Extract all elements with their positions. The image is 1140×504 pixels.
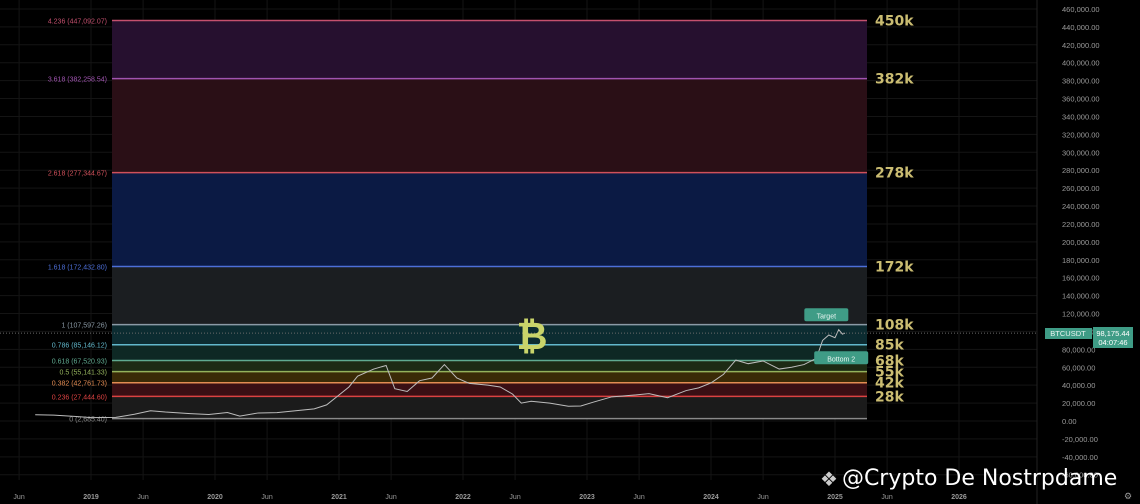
time-tick-label: Jun <box>881 494 892 501</box>
price-tick-label: 140,000.00 <box>1062 292 1100 301</box>
price-tick-label: 280,000.00 <box>1062 166 1100 175</box>
watermark: ❖ @Crypto De Nostrpdame <box>820 466 1117 491</box>
fib-zone <box>112 382 867 397</box>
time-tick-label: Jun <box>757 494 768 501</box>
price-tick-label: 20,000.00 <box>1062 399 1095 408</box>
fib-price-tag: 108k <box>875 318 914 334</box>
fib-price-tag: 172k <box>875 260 914 276</box>
fib-level-label: 1 (107,597.26) <box>61 323 107 330</box>
time-tick-label: 2022 <box>455 494 471 501</box>
settings-gear-icon[interactable]: ⚙ <box>1124 491 1132 501</box>
fib-level-label: 0.236 (27,444.60) <box>52 394 107 401</box>
price-tick-label: 60,000.00 <box>1062 363 1095 372</box>
fib-level-label: 3.618 (382,258.54) <box>48 77 107 84</box>
fib-zone <box>112 371 867 383</box>
price-tick-label: 360,000.00 <box>1062 95 1100 104</box>
bitcoin-logo-icon: ₿ <box>517 314 548 358</box>
fib-level-label: 0.618 (67,520.93) <box>52 359 107 366</box>
price-tick-label: 180,000.00 <box>1062 256 1100 265</box>
price-tick-label: 320,000.00 <box>1062 130 1100 139</box>
fib-zone <box>112 20 867 79</box>
price-tick-label: 200,000.00 <box>1062 238 1100 247</box>
price-tick-label: 220,000.00 <box>1062 220 1100 229</box>
time-tick-label: Jun <box>633 494 644 501</box>
price-tick-label: 300,000.00 <box>1062 148 1100 157</box>
time-tick-label: 2021 <box>331 494 347 501</box>
fib-level-label: 0.5 (55,141.33) <box>60 370 107 377</box>
binance-logo-icon: ❖ <box>820 466 838 491</box>
price-tick-label: -40,000.00 <box>1062 453 1098 462</box>
fib-price-tag: 278k <box>875 166 914 182</box>
time-tick-label: Jun <box>13 494 24 501</box>
price-tick-label: 460,000.00 <box>1062 5 1100 14</box>
price-tick-label: 420,000.00 <box>1062 41 1100 50</box>
fib-level-label: 0.382 (42,761.73) <box>52 381 107 388</box>
price-tick-label: 400,000.00 <box>1062 59 1100 68</box>
price-tick-label: 260,000.00 <box>1062 184 1100 193</box>
fib-price-tag: 450k <box>875 14 914 30</box>
current-price-value: 98,175.44 <box>1096 329 1129 338</box>
symbol-label: BTCUSDT <box>1050 329 1086 338</box>
fib-level-label: 4.236 (447,092.07) <box>48 19 107 26</box>
time-tick-label: 2025 <box>827 494 843 501</box>
time-tick-label: Jun <box>509 494 520 501</box>
fib-zone <box>112 324 867 345</box>
fib-zone <box>112 266 867 325</box>
time-tick-label: 2026 <box>951 494 967 501</box>
price-tick-label: -20,000.00 <box>1062 435 1098 444</box>
price-tick-label: 0.00 <box>1062 417 1077 426</box>
annotation-text: Target <box>817 313 837 320</box>
price-tick-label: 440,000.00 <box>1062 23 1100 32</box>
fib-level-label: 0.786 (85,146.12) <box>52 343 107 350</box>
fib-price-tag: 28k <box>875 389 904 405</box>
time-tick-label: 2020 <box>207 494 223 501</box>
fib-zone <box>112 344 867 361</box>
price-tick-label: 240,000.00 <box>1062 202 1100 211</box>
fib-price-tag: 382k <box>875 72 914 88</box>
time-tick-label: 2019 <box>83 494 99 501</box>
time-tick-label: 2024 <box>703 494 719 501</box>
time-tick-label: Jun <box>261 494 272 501</box>
time-tick-label: Jun <box>137 494 148 501</box>
price-tick-label: 380,000.00 <box>1062 77 1100 86</box>
fib-zone <box>112 396 867 419</box>
price-tick-label: 40,000.00 <box>1062 381 1095 390</box>
fib-zone <box>112 78 867 173</box>
fib-zone <box>112 172 867 267</box>
fib-price-tag: 85k <box>875 338 904 354</box>
watermark-text: @Crypto De Nostrpdame <box>841 466 1118 491</box>
annotation-text: Bottom 2 <box>827 356 855 363</box>
time-tick-label: Jun <box>385 494 396 501</box>
countdown-value: 04:07:46 <box>1098 338 1127 347</box>
price-tick-label: 160,000.00 <box>1062 274 1100 283</box>
price-tick-label: 120,000.00 <box>1062 310 1100 319</box>
btc-fib-chart[interactable]: 4.236 (447,092.07) 450k 3.618 (382,258.54)… <box>0 0 1140 504</box>
time-tick-label: 2023 <box>579 494 595 501</box>
fib-level-label: 1.618 (172,432.80) <box>48 265 107 272</box>
price-tick-label: 80,000.00 <box>1062 345 1095 354</box>
fib-level-label: 2.618 (277,344.67) <box>48 171 107 178</box>
price-tick-label: 340,000.00 <box>1062 112 1100 121</box>
